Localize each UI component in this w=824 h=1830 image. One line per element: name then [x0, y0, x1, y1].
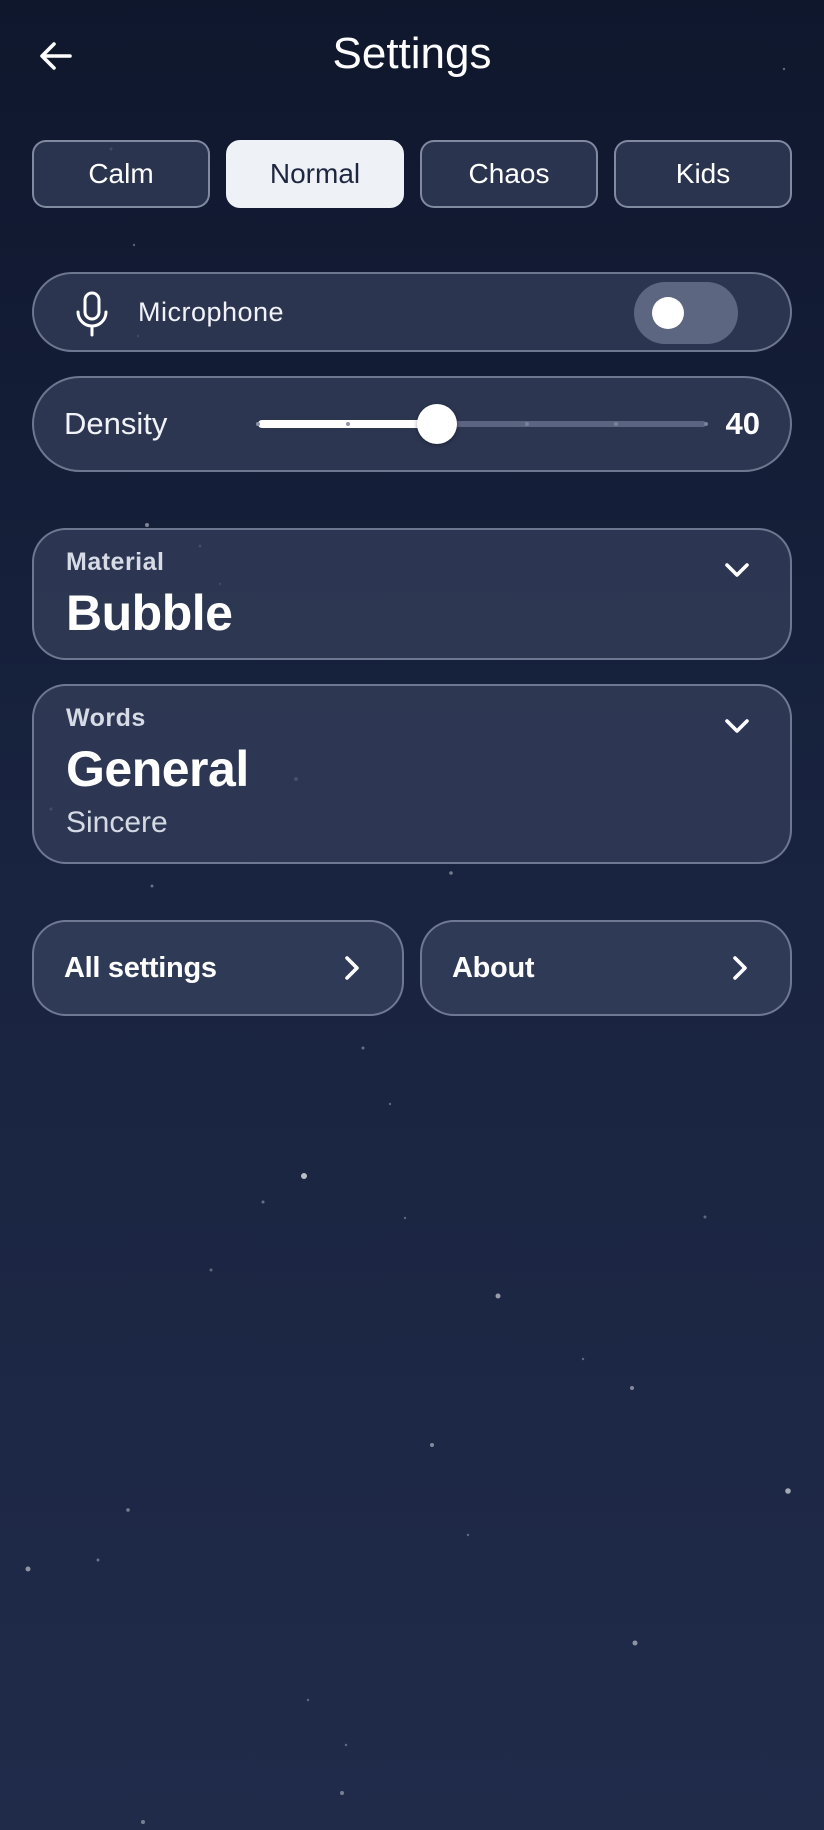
- all-settings-label: All settings: [64, 952, 217, 984]
- slider-tick: [524, 422, 529, 426]
- header: Settings: [0, 0, 824, 110]
- chevron-down-icon: [725, 563, 749, 577]
- mode-tabs: Calm Normal Chaos Kids: [32, 140, 792, 208]
- slider-tick: [704, 422, 708, 426]
- words-value: General: [66, 741, 249, 797]
- material-caption: Material: [66, 548, 165, 576]
- chevron-down-icon: [725, 719, 749, 733]
- words-subvalue: Sincere: [66, 806, 168, 839]
- mode-tab-normal[interactable]: Normal: [226, 140, 404, 208]
- about-button[interactable]: About: [420, 920, 792, 1016]
- all-settings-button[interactable]: All settings: [32, 920, 404, 1016]
- chevron-right-icon: [733, 956, 747, 980]
- slider-tick: [345, 422, 350, 426]
- chevron-right-icon: [345, 956, 359, 980]
- slider-thumb[interactable]: [417, 404, 458, 444]
- toggle-knob: [652, 297, 684, 329]
- mode-tab-calm[interactable]: Calm: [32, 140, 210, 208]
- page-title: Settings: [332, 29, 492, 78]
- material-select[interactable]: Material Bubble: [32, 528, 792, 660]
- density-label: Density: [64, 406, 168, 441]
- mode-tab-chaos[interactable]: Chaos: [420, 140, 598, 208]
- words-select[interactable]: Words General Sincere: [32, 684, 792, 864]
- density-value: 40: [725, 406, 760, 441]
- microphone-icon: [76, 291, 108, 337]
- mode-tab-kids[interactable]: Kids: [614, 140, 792, 208]
- microphone-row: Microphone: [32, 272, 792, 352]
- words-caption: Words: [66, 704, 146, 732]
- slider-tick: [256, 422, 260, 426]
- about-label: About: [452, 952, 535, 984]
- microphone-toggle[interactable]: [634, 282, 738, 344]
- microphone-label: Microphone: [138, 297, 285, 327]
- density-row: Density 40: [32, 376, 792, 472]
- material-value: Bubble: [66, 585, 233, 641]
- density-slider[interactable]: [224, 404, 714, 444]
